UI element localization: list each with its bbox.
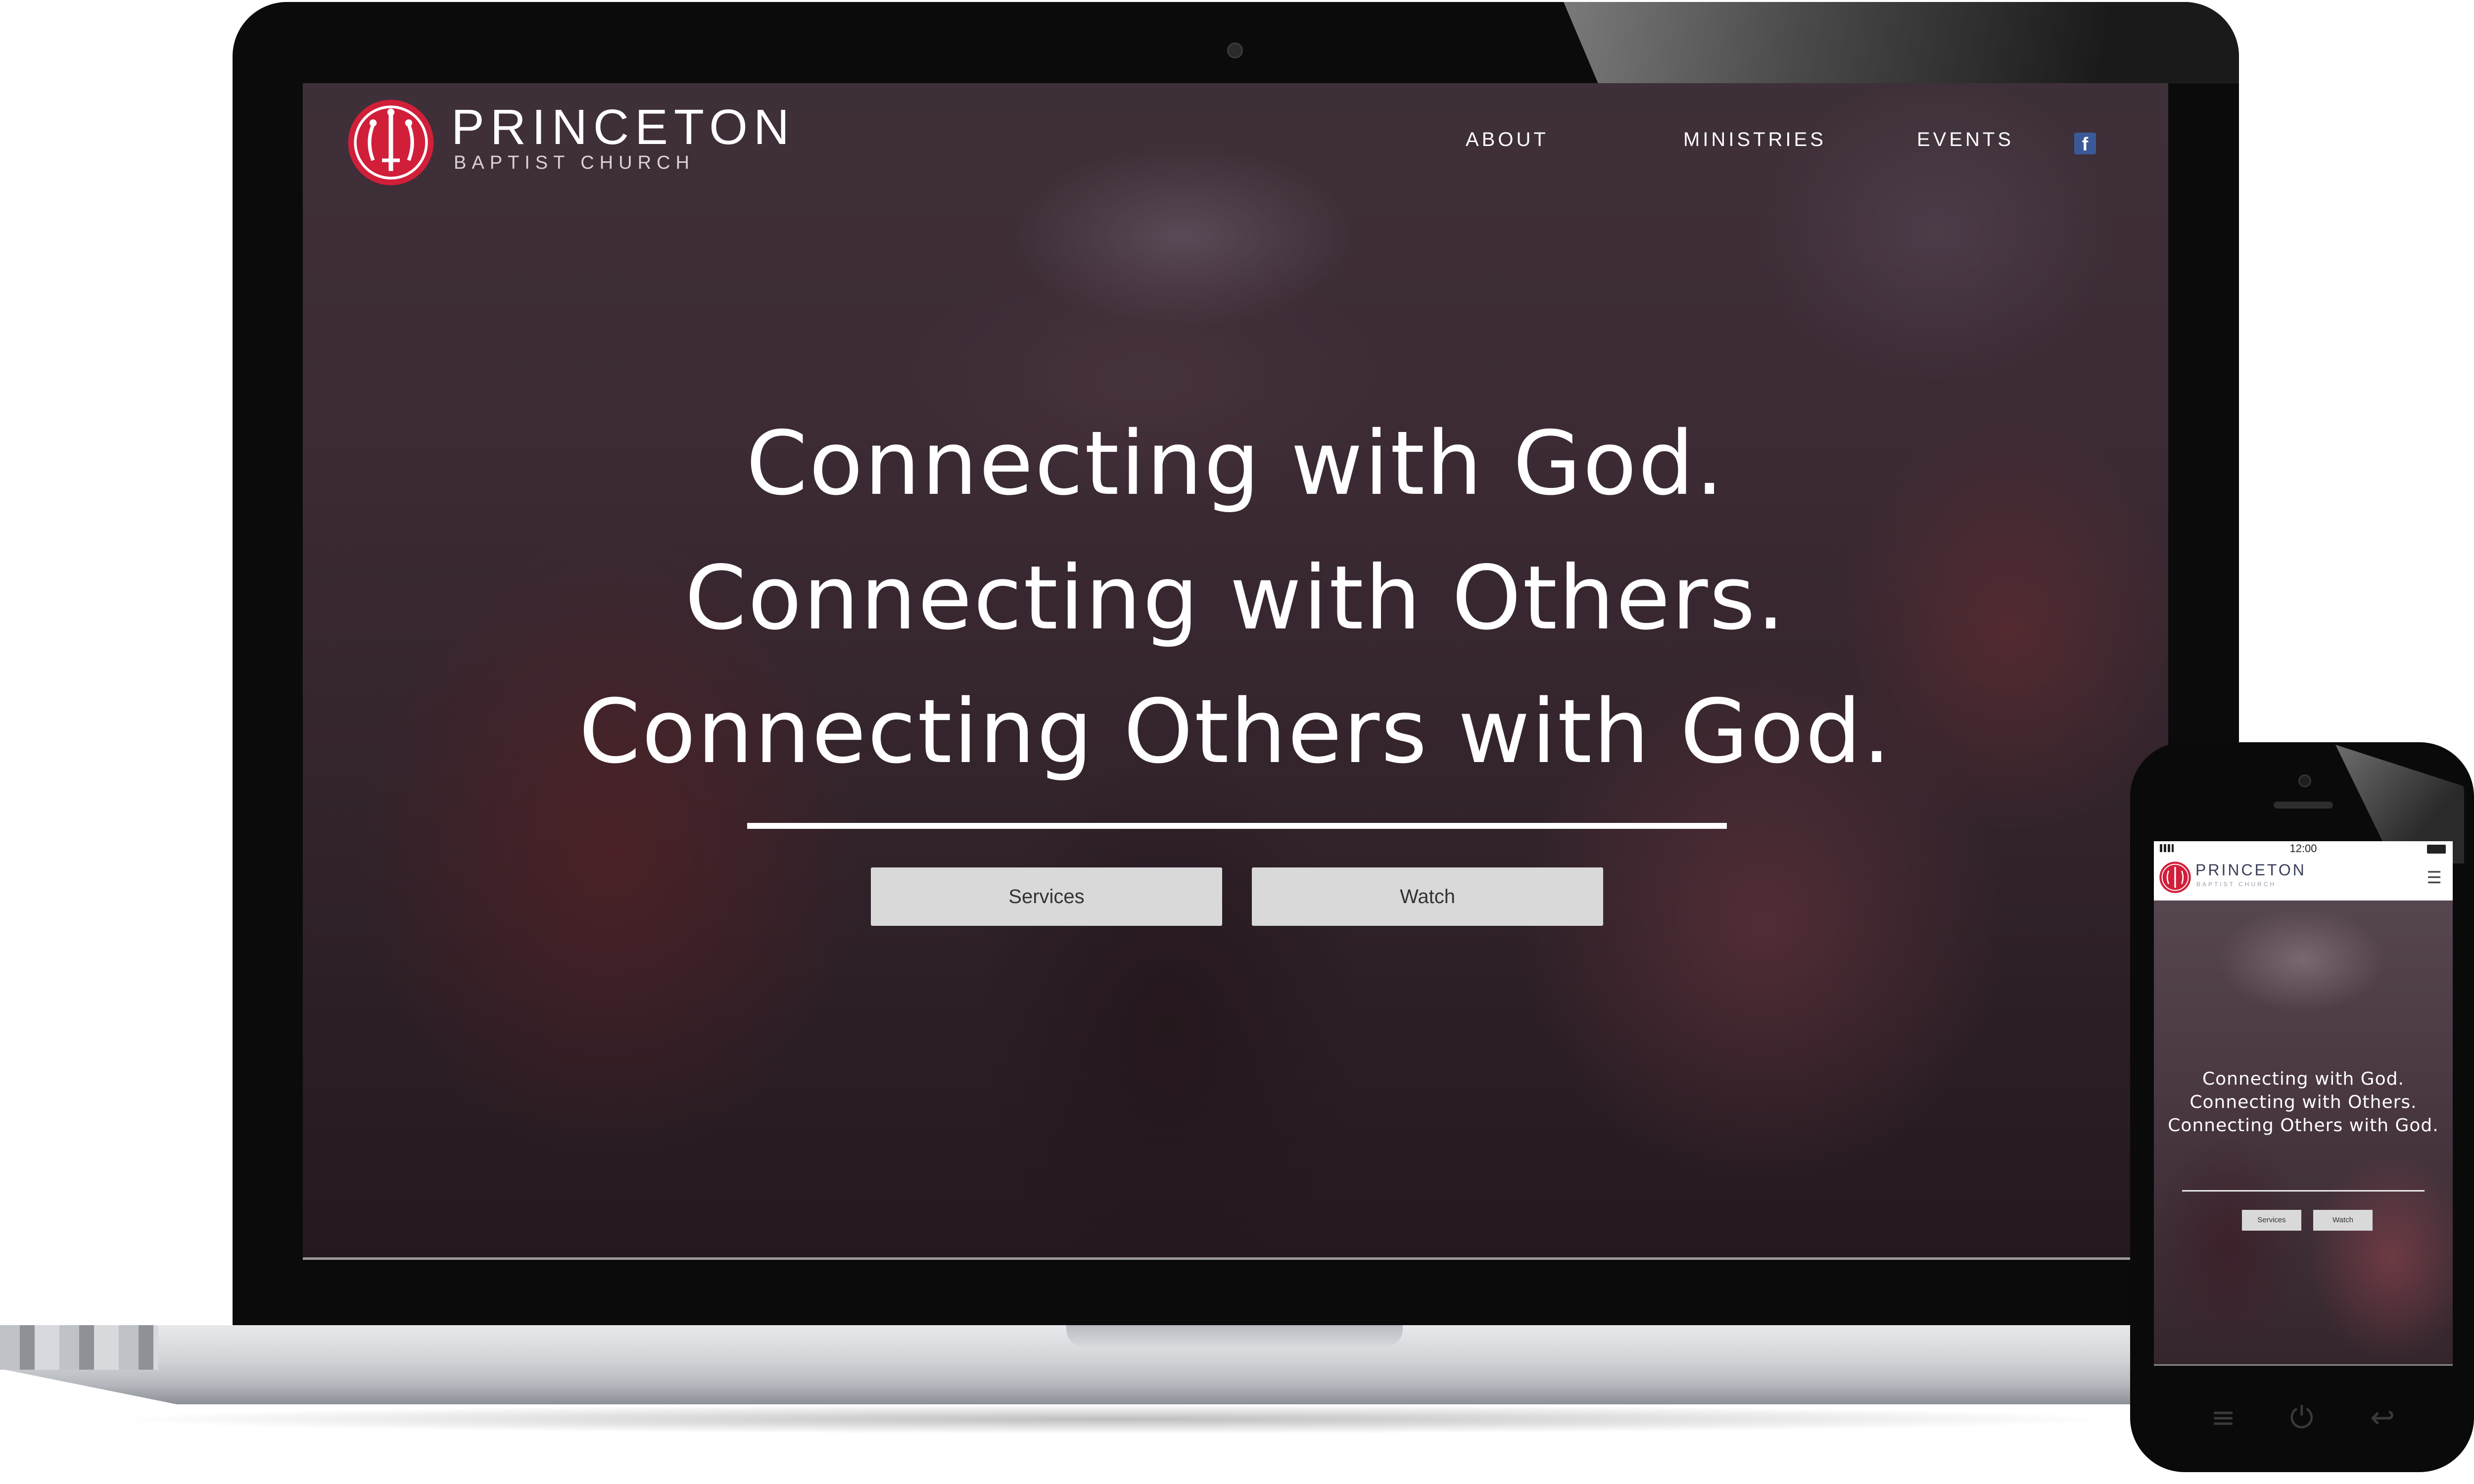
power-icon[interactable]: ⏻ <box>2290 1400 2313 1435</box>
church-logo-icon[interactable] <box>346 98 435 187</box>
services-button[interactable]: Services <box>871 867 1222 926</box>
battery-icon <box>2427 845 2446 854</box>
hero-line-3: Connecting Others with God. <box>2168 1115 2439 1136</box>
hero-line-2: Connecting with Others. <box>685 547 1786 649</box>
watch-button[interactable]: Watch <box>2313 1210 2373 1231</box>
hamburger-menu-icon[interactable]: ☰ <box>2427 868 2442 888</box>
phone-camera <box>2298 774 2311 787</box>
phone-speaker <box>2274 802 2333 809</box>
hero-divider <box>747 823 1727 829</box>
laptop-base-edge <box>0 1325 158 1370</box>
hero-background-overlay <box>303 83 2168 1260</box>
hero-line-1: Connecting with God. <box>746 412 1725 515</box>
laptop-opening-notch <box>1066 1325 1403 1347</box>
laptop-camera <box>1227 43 1243 58</box>
menu-icon[interactable]: ≡ <box>2211 1400 2236 1435</box>
brand-subtitle: BAPTIST CHURCH <box>454 152 695 173</box>
mobile-hero: Connecting with God. Connecting with Oth… <box>2154 901 2453 1366</box>
back-icon[interactable]: ↩ <box>2370 1400 2395 1435</box>
hero-divider <box>2182 1190 2425 1192</box>
desktop-website-screen: PRINCETON BAPTIST CHURCH ABOUT MINISTRIE… <box>303 83 2168 1260</box>
hero-line-3: Connecting Others with God. <box>578 680 1893 783</box>
mobile-website-screen: 12:00 PRINCETON BAPTIST CHURCH ☰ Connect… <box>2154 841 2453 1366</box>
hero-line-2: Connecting with Others. <box>2189 1092 2417 1112</box>
facebook-icon[interactable]: f <box>2074 133 2096 155</box>
church-logo-icon[interactable] <box>2159 861 2191 894</box>
laptop-shadow <box>99 1404 2128 1434</box>
laptop-glare <box>1564 2 2239 84</box>
phone-status-bar: 12:00 <box>2154 841 2453 856</box>
brand-subtitle: BAPTIST CHURCH <box>2196 881 2277 888</box>
screen-bottom-edge <box>2154 1364 2453 1366</box>
nav-item-about[interactable]: ABOUT <box>1466 129 1549 151</box>
status-time: 12:00 <box>2289 842 2317 855</box>
nav-item-events[interactable]: EVENTS <box>1917 129 2014 151</box>
screen-bottom-edge <box>303 1257 2168 1260</box>
mobile-header: PRINCETON BAPTIST CHURCH ☰ <box>2154 856 2453 901</box>
watch-button[interactable]: Watch <box>1252 867 1603 926</box>
hero-line-1: Connecting with God. <box>2202 1069 2404 1089</box>
brand-name[interactable]: PRINCETON <box>451 99 795 156</box>
nav-item-ministries[interactable]: MINISTRIES <box>1683 129 1826 151</box>
brand-name[interactable]: PRINCETON <box>2195 861 2306 879</box>
services-button[interactable]: Services <box>2242 1210 2301 1231</box>
